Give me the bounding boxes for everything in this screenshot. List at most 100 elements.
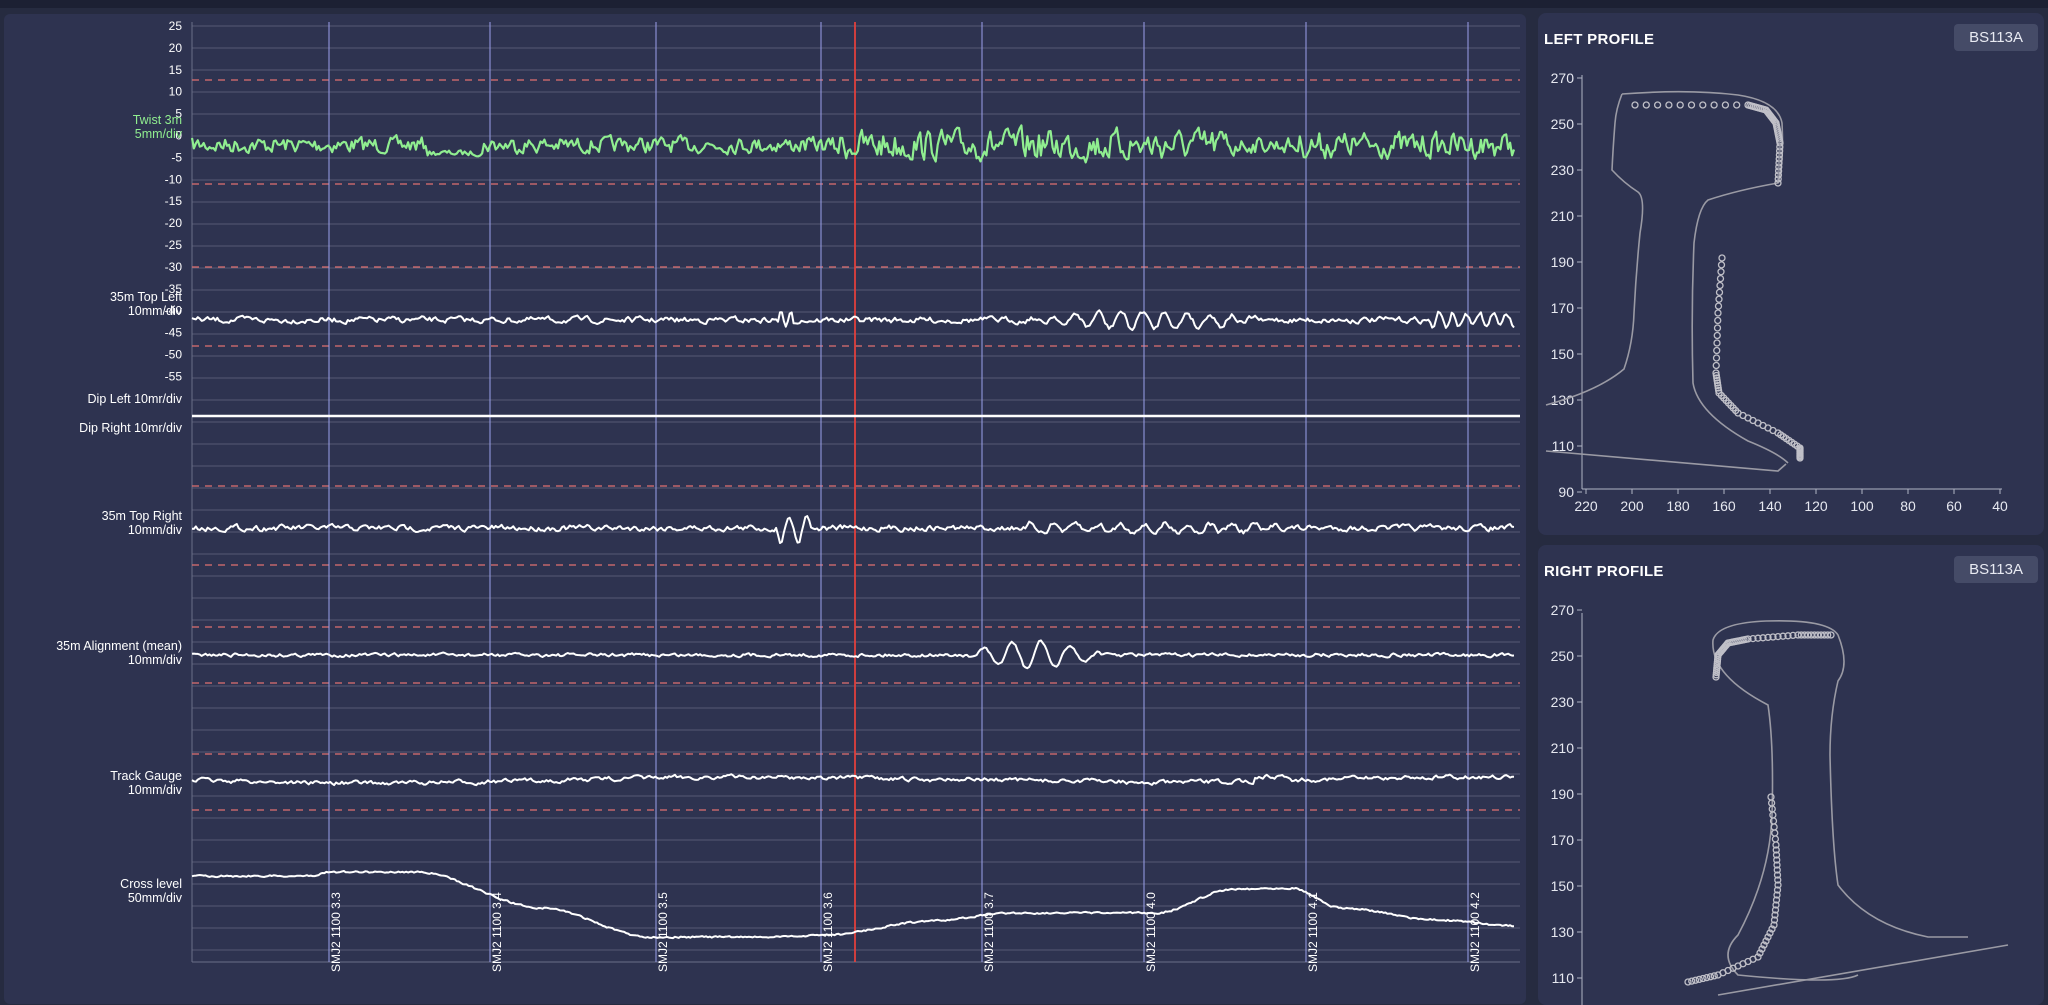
left_profile-x-tick-label: 80 <box>1900 498 1916 514</box>
right_profile-y-tick-label: 210 <box>1551 740 1575 756</box>
channel-scale-label: 10mm/div <box>128 783 183 797</box>
right-profile-point <box>1771 835 1780 843</box>
twist-tick-label: -45 <box>165 326 183 340</box>
left-profile-point <box>1712 354 1721 362</box>
channel-scale-label: 10mm/div <box>128 304 183 318</box>
right-rail-outline <box>1712 620 1859 981</box>
km-marker-label: SMJ2 1100 3.4 <box>490 892 504 972</box>
left_profile-y-tick-label: 210 <box>1551 208 1575 224</box>
right_profile-y-tick-label: 250 <box>1551 648 1575 664</box>
km-marker-label: SMJ2 1100 3.6 <box>821 892 835 972</box>
channel-label: 35m Top Left <box>110 290 183 304</box>
left-profile-point <box>1713 331 1721 340</box>
left-profile-point <box>1718 254 1726 262</box>
right-rail-outline-inner <box>1765 619 1968 938</box>
left_profile-y-tick-label: 270 <box>1551 70 1575 86</box>
right-profile-point <box>1769 811 1777 819</box>
track-geometry-panel: 25 20 15 10 5 0 -5 -10 -15 -20 -25 -30 -35 -40 -45 -50-… <box>4 14 1526 1004</box>
left-profile-point <box>1713 346 1721 355</box>
track-geometry-chart[interactable]: 2520151050-5-10-15-20-25-30-35-40-45-50-… <box>4 14 1526 1004</box>
left-profile-point <box>1642 101 1650 109</box>
km-marker-label: SMJ2 1100 3.7 <box>982 892 996 972</box>
left-profile-chart: 27025023021019017015013011090220 200 180 16… <box>1545 70 2008 514</box>
channel-label: Dip Right 10mr/div <box>79 421 183 435</box>
left_profile-y-tick-label: 190 <box>1551 254 1575 270</box>
twist-tick-label: -50 <box>165 348 183 362</box>
left_profile-y-tick-label: 150 <box>1551 346 1575 362</box>
left-profile-point <box>1715 295 1723 303</box>
twist-tick-label: -5 <box>171 150 182 164</box>
left-profile-point <box>1653 101 1662 109</box>
left-profile-point <box>1713 339 1721 347</box>
left_profile-y-tick-label: 170 <box>1551 300 1575 316</box>
left_profile-y-tick-label: 230 <box>1551 162 1575 178</box>
km-marker-label: SMJ2 1100 4.0 <box>1144 892 1158 972</box>
left-profile-point <box>1715 288 1724 297</box>
left_profile-x-tick-label: 40 <box>1992 498 2008 514</box>
left_profile-x-tick-label: 60 <box>1946 498 1962 514</box>
left-profile-point <box>1716 274 1725 283</box>
right-profile-point <box>1684 978 1692 986</box>
left_profile-x-tick-label: 140 <box>1758 498 1782 514</box>
km-marker-label: SMJ2 1100 4.2 <box>1468 892 1482 972</box>
top-left-trace <box>191 309 1515 332</box>
left-profile-point <box>1710 101 1718 109</box>
km-marker-label: SMJ2 1100 4.1 <box>1306 892 1320 972</box>
right-profile-point <box>1771 829 1779 837</box>
channel-label: 35m Top Right <box>102 509 183 523</box>
right_profile-y-tick-label: 150 <box>1551 878 1575 894</box>
twist-tick-label: 10 <box>169 85 183 99</box>
right_profile-y-tick-label: 170 <box>1551 832 1575 848</box>
left_profile-x-tick-label: 220 <box>1574 498 1598 514</box>
twist-3m-trace <box>190 124 1516 164</box>
left-profile-point <box>1714 309 1722 317</box>
top-right-trace <box>191 515 1515 544</box>
twist-tick-label: -20 <box>165 216 183 230</box>
left-profile-point <box>1717 268 1725 276</box>
left-profile-point <box>1716 281 1724 290</box>
right-profile-chart: 270 250 230 210 190 170 150 130 110 <box>1551 602 2009 1005</box>
left_profile-x-tick-label: 100 <box>1850 498 1874 514</box>
right_profile-y-tick-label: 270 <box>1551 602 1575 618</box>
right_profile-y-tick-label: 230 <box>1551 694 1575 710</box>
left_profile-x-tick-label: 160 <box>1712 498 1736 514</box>
left-profile-point <box>1676 101 1684 109</box>
twist-tick-label: 25 <box>169 19 183 33</box>
left-profile-point <box>1717 261 1726 269</box>
twist-tick-label: -10 <box>165 172 183 186</box>
left-profile-point <box>1687 101 1696 109</box>
left-profile-panel: LEFT PROFILE BS113A 270 250 230 210 190 170 15… <box>1538 13 2044 535</box>
left-profile-point <box>1714 316 1722 325</box>
left-profile-point <box>1631 101 1639 109</box>
left_profile-y-tick-label: 250 <box>1551 116 1575 132</box>
left-profile-point <box>1712 361 1720 370</box>
channel-scale-label: 10mm/div <box>128 653 183 667</box>
channel-scale-label: 5mm/div <box>135 127 183 141</box>
left-profile-point <box>1714 302 1723 310</box>
channel-label: Dip Left 10mr/div <box>88 392 183 406</box>
left_profile-x-tick-label: 200 <box>1620 498 1644 514</box>
channel-label: Cross level <box>120 877 182 891</box>
top-bar <box>0 0 2048 8</box>
left-profile-point <box>1665 101 1673 109</box>
twist-tick-label: 20 <box>169 41 183 55</box>
twist-tick-label: -30 <box>165 260 183 274</box>
twist-tick-label: -55 <box>165 369 183 383</box>
track-gauge-trace <box>191 773 1515 787</box>
twist-tick-label: -25 <box>165 238 183 252</box>
channel-scale-label: 10mm/div <box>128 523 183 537</box>
left_profile-x-tick-label: 120 <box>1804 498 1828 514</box>
channel-label: Twist 3m <box>133 113 182 127</box>
left-rail-outline-inner <box>1621 90 1789 464</box>
km-marker-label: SMJ2 1100 3.3 <box>329 892 343 972</box>
left_profile-x-tick-label: 180 <box>1666 498 1690 514</box>
left-profile-point <box>1699 101 1707 109</box>
right-profile-panel: RIGHT PROFILE BS113A 270 250 230 210 190 170 1… <box>1538 545 2044 1005</box>
right_profile-y-tick-label: 190 <box>1551 786 1575 802</box>
channel-scale-label: 50mm/div <box>128 891 183 905</box>
left_profile-y-tick-label: 90 <box>1558 484 1574 500</box>
right_profile-y-tick-label: 130 <box>1551 924 1575 940</box>
twist-tick-label: 15 <box>169 63 183 77</box>
channel-label: Track Gauge <box>110 769 182 783</box>
km-marker-label: SMJ2 1100 3.5 <box>656 892 670 972</box>
